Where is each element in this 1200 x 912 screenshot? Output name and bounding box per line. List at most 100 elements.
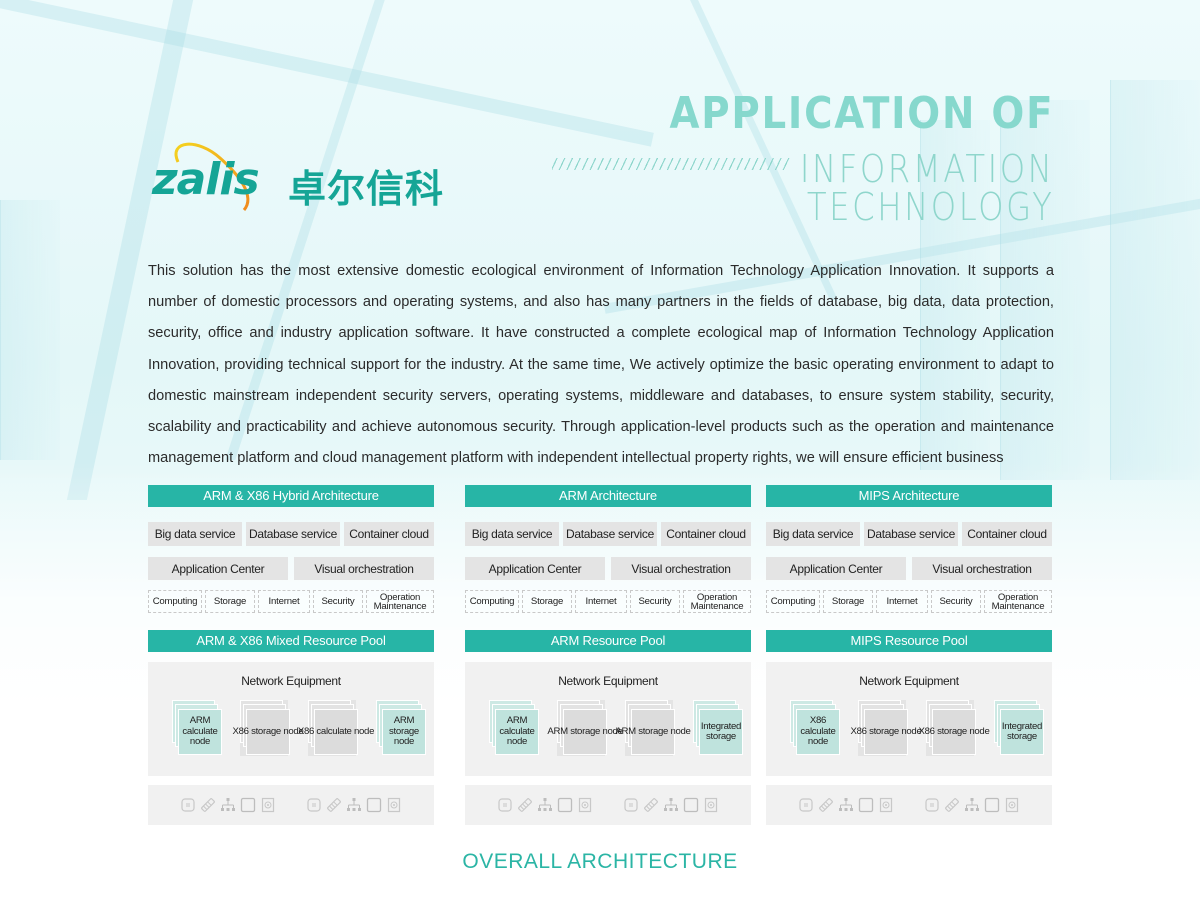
server-node-stack: ARM storage node [615,700,691,756]
service-box: Application Center [148,557,288,580]
hard-drive-icon [386,797,402,813]
network-equipment-label: Network Equipment [558,674,658,688]
network-topology-icon [663,797,679,813]
server-node-stack: X86 storage node [233,700,304,756]
node-label: ARM storage node [615,709,691,755]
capability-box: Security [630,590,680,613]
hardware-icon-strip [465,785,751,825]
hardware-icon-group [924,797,1020,813]
server-node-stack: ARM storage node [547,700,623,756]
network-topology-icon [838,797,854,813]
cpu-icon [497,797,513,813]
hard-drive-icon [703,797,719,813]
network-topology-icon [964,797,980,813]
cpu-icon [623,797,639,813]
capability-box: Computing [766,590,820,613]
service-box: Visual orchestration [912,557,1052,580]
node-label: Integrated storage [1000,709,1044,755]
hard-drive-icon [878,797,894,813]
capability-row: Computing Storage Internet Security Oper… [148,590,434,613]
service-box: Big data service [148,522,242,546]
service-row-primary: Big data service Database service Contai… [465,522,751,546]
node-label: ARM storage node [382,709,426,755]
memory-icon [326,797,342,813]
node-label: X86 calculate node [298,709,374,755]
service-box: Visual orchestration [611,557,751,580]
zalis-logo: zalis 卓尔信科 [148,140,493,211]
capability-row: Computing Storage Internet Security Oper… [766,590,1052,613]
service-box: Container cloud [962,522,1052,546]
node-label: X86 calculate node [796,709,840,755]
node-label: ARM calculate node [495,709,539,755]
server-node-stack: X86 storage node [919,700,990,756]
node-list: ARM calculate node X86 storage node X86 ca… [172,700,426,756]
service-row-secondary: Application Center Visual orchestration [766,557,1052,580]
capability-box: Operation Maintenance [366,590,434,613]
capability-box: Internet [575,590,627,613]
resource-pool: Network Equipment ARM calculate node ARM … [465,662,751,776]
logo-latin-text: zalis [152,154,260,205]
capability-row: Computing Storage Internet Security Oper… [465,590,751,613]
memory-icon [944,797,960,813]
capability-box: Operation Maintenance [984,590,1052,613]
service-row-secondary: Application Center Visual orchestration [465,557,751,580]
headline-line-technology: TECHNOLOGY [806,185,1054,229]
node-label: ARM calculate node [178,709,222,755]
service-box: Visual orchestration [294,557,434,580]
hardware-icon-group [497,797,593,813]
memory-icon [517,797,533,813]
cpu-icon [798,797,814,813]
network-equipment-label: Network Equipment [241,674,341,688]
server-node-stack: X86 calculate node [790,700,840,756]
service-row-secondary: Application Center Visual orchestration [148,557,434,580]
server-node-stack: Integrated storage [693,700,743,756]
hardware-icon-group [306,797,402,813]
resource-pool: Network Equipment X86 calculate node X86 … [766,662,1052,776]
capability-box: Operation Maintenance [683,590,751,613]
architecture-diagram: ARM & X86 Hybrid Architecture Big data s… [148,485,1052,835]
service-box: Application Center [766,557,906,580]
hardware-icon-strip [766,785,1052,825]
network-equipment-label: Network Equipment [859,674,959,688]
hard-drive-icon [577,797,593,813]
server-node-stack: Integrated storage [994,700,1044,756]
disk-box-icon [683,797,699,813]
server-node-stack: X86 calculate node [298,700,374,756]
disk-box-icon [858,797,874,813]
service-box: Container cloud [344,522,434,546]
logo-chinese-text: 卓尔信科 [288,169,445,211]
resource-pool: Network Equipment ARM calculate node X86 … [148,662,434,776]
service-box: Database service [864,522,958,546]
disk-box-icon [240,797,256,813]
diagram-caption: OVERALL ARCHITECTURE [462,850,738,873]
node-label: X86 storage node [919,709,990,755]
service-box: Big data service [766,522,860,546]
server-node-stack: X86 storage node [851,700,922,756]
disk-box-icon [557,797,573,813]
memory-icon [200,797,216,813]
network-topology-icon [537,797,553,813]
capability-box: Computing [148,590,202,613]
cpu-icon [180,797,196,813]
node-list: X86 calculate node X86 storage node X86 st… [790,700,1044,756]
capability-box: Computing [465,590,519,613]
hardware-icon-group [623,797,719,813]
capability-box: Internet [258,590,310,613]
capability-box: Security [313,590,363,613]
architecture-title: ARM Architecture [465,485,751,507]
hardware-icon-strip [148,785,434,825]
disk-box-icon [984,797,1000,813]
capability-box: Storage [522,590,572,613]
service-box: Container cloud [661,522,751,546]
architecture-column: ARM Architecture Big data service Databa… [465,485,751,825]
server-node-stack: ARM calculate node [489,700,539,756]
hardware-icon-group [180,797,276,813]
capability-box: Internet [876,590,928,613]
node-label: ARM storage node [547,709,623,755]
service-row-primary: Big data service Database service Contai… [148,522,434,546]
hatch-decoration [552,158,790,170]
service-box: Database service [246,522,340,546]
server-node-stack: ARM storage node [376,700,426,756]
memory-icon [818,797,834,813]
resource-pool-title: ARM & X86 Mixed Resource Pool [148,630,434,652]
